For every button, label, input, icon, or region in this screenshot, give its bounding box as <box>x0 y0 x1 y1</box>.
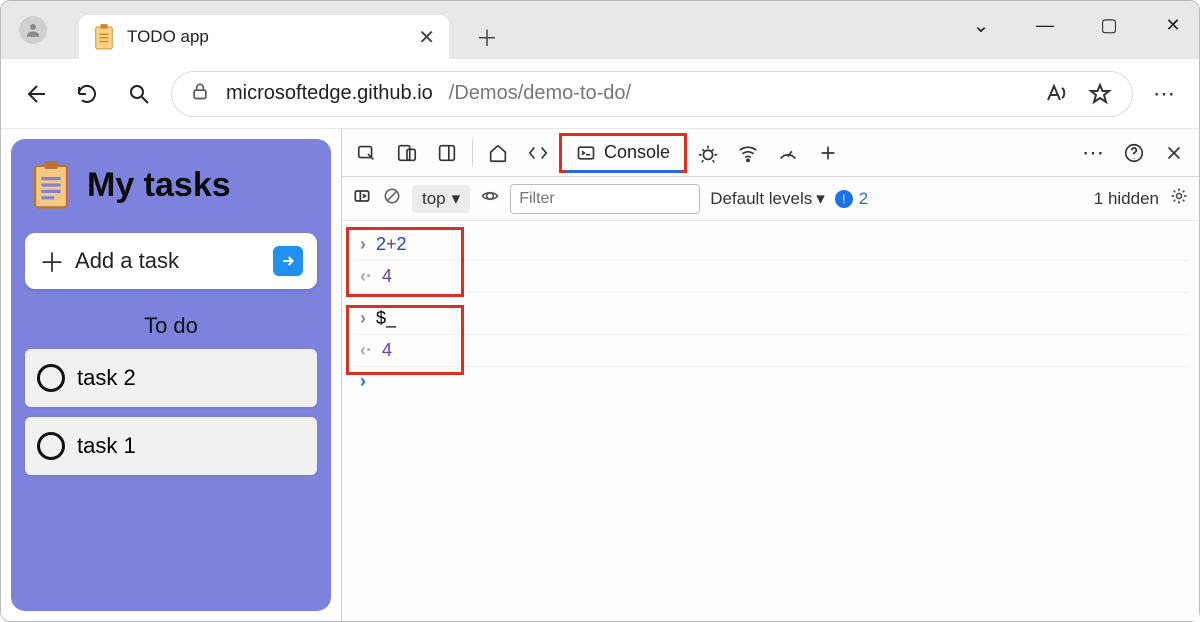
devtools-more-icon[interactable]: ⋯ <box>1075 134 1113 172</box>
browser-tab[interactable]: TODO app ✕ <box>79 15 449 59</box>
tab-title: TODO app <box>127 27 406 47</box>
console-output[interactable]: › 2+2 ‹· 4 › $_ ‹· 4 › <box>342 221 1199 621</box>
more-tabs-plus-icon[interactable] <box>809 134 847 172</box>
add-task-button[interactable]: ＋ Add a task <box>25 233 317 289</box>
plus-icon: ＋ <box>39 243 65 280</box>
window-controls: ⌄ ― ▢ ✕ <box>963 7 1191 43</box>
live-expression-icon[interactable] <box>480 186 500 211</box>
search-button[interactable] <box>119 74 159 114</box>
network-icon[interactable] <box>729 134 767 172</box>
section-heading: To do <box>25 307 317 339</box>
clear-console-icon[interactable] <box>382 186 402 211</box>
issues-badge-icon: ! <box>835 190 853 208</box>
issues-button[interactable]: ! 2 <box>835 189 868 209</box>
add-task-label: Add a task <box>75 248 263 274</box>
close-tab-icon[interactable]: ✕ <box>418 25 435 50</box>
close-devtools-icon[interactable] <box>1155 134 1193 172</box>
refresh-button[interactable] <box>67 74 107 114</box>
elements-tab-icon[interactable] <box>519 134 557 172</box>
context-selector[interactable]: top ▾ <box>412 185 470 213</box>
profile-avatar[interactable] <box>19 16 47 44</box>
minimize-button[interactable]: ― <box>1027 7 1063 43</box>
welcome-tab-icon[interactable] <box>479 134 517 172</box>
context-label: top <box>422 189 446 209</box>
clipboard-icon <box>31 161 71 209</box>
task-label: task 2 <box>77 365 136 391</box>
log-levels-dropdown[interactable]: Default levels ▾ <box>710 189 825 209</box>
console-output-row: ‹· 4 <box>354 335 1187 367</box>
help-icon[interactable] <box>1115 134 1153 172</box>
chevron-down-icon: ▾ <box>452 189 461 209</box>
browser-window: TODO app ✕ ＋ ⌄ ― ▢ ✕ microsoftedge.githu… <box>0 0 1200 622</box>
inspect-icon[interactable] <box>348 134 386 172</box>
annotation-box <box>346 305 464 375</box>
todo-section: To do task 2 task 1 <box>25 307 317 475</box>
app-heading: My tasks <box>87 166 231 205</box>
favorite-icon[interactable] <box>1086 80 1114 108</box>
console-input-row: › 2+2 <box>354 229 1187 261</box>
filter-input[interactable] <box>510 184 700 214</box>
todo-app: My tasks ＋ Add a task To do task 2 task … <box>11 139 331 611</box>
app-title-row: My tasks <box>25 155 317 215</box>
address-bar: microsoftedge.github.io/Demos/demo-to-do… <box>1 59 1199 129</box>
read-aloud-icon[interactable] <box>1042 80 1070 108</box>
new-tab-button[interactable]: ＋ <box>469 19 505 55</box>
task-item[interactable]: task 2 <box>25 349 317 407</box>
console-prompt-icon[interactable]: › <box>354 371 1187 392</box>
task-checkbox[interactable] <box>37 432 65 460</box>
console-tab-label: Console <box>604 142 670 163</box>
chevron-down-icon: ▾ <box>816 189 825 209</box>
console-tab[interactable]: Console <box>559 133 687 173</box>
sources-bug-icon[interactable] <box>689 134 727 172</box>
toggle-sidebar-icon[interactable] <box>352 186 372 211</box>
console-output-row: ‹· 4 <box>354 261 1187 293</box>
submit-arrow-icon[interactable] <box>273 246 303 276</box>
lock-icon <box>190 81 210 107</box>
maximize-button[interactable]: ▢ <box>1091 7 1127 43</box>
more-menu-button[interactable]: ⋯ <box>1145 74 1185 114</box>
dock-icon[interactable] <box>428 134 466 172</box>
content-area: My tasks ＋ Add a task To do task 2 task … <box>1 129 1199 621</box>
titlebar: TODO app ✕ ＋ ⌄ ― ▢ ✕ <box>1 1 1199 59</box>
back-button[interactable] <box>15 74 55 114</box>
annotation-box <box>346 227 464 297</box>
task-label: task 1 <box>77 433 136 459</box>
console-toolbar: top ▾ Default levels ▾ ! 2 1 hidden <box>342 177 1199 221</box>
hidden-count: 1 hidden <box>1094 189 1159 209</box>
performance-icon[interactable] <box>769 134 807 172</box>
url-path: /Demos/demo-to-do/ <box>449 82 631 105</box>
clipboard-favicon-icon <box>93 23 115 51</box>
levels-label: Default levels <box>710 189 812 209</box>
close-window-button[interactable]: ✕ <box>1155 7 1191 43</box>
console-settings-icon[interactable] <box>1169 186 1189 211</box>
devtools-tabbar: Console ⋯ <box>342 129 1199 177</box>
devtools-panel: Console ⋯ top ▾ <box>341 129 1199 621</box>
task-checkbox[interactable] <box>37 364 65 392</box>
chevron-down-icon[interactable]: ⌄ <box>963 7 999 43</box>
device-toolbar-icon[interactable] <box>388 134 426 172</box>
url-box[interactable]: microsoftedge.github.io/Demos/demo-to-do… <box>171 71 1133 117</box>
issues-count: 2 <box>859 189 868 209</box>
url-host: microsoftedge.github.io <box>226 82 433 105</box>
task-item[interactable]: task 1 <box>25 417 317 475</box>
console-input-row: › $_ <box>354 303 1187 335</box>
